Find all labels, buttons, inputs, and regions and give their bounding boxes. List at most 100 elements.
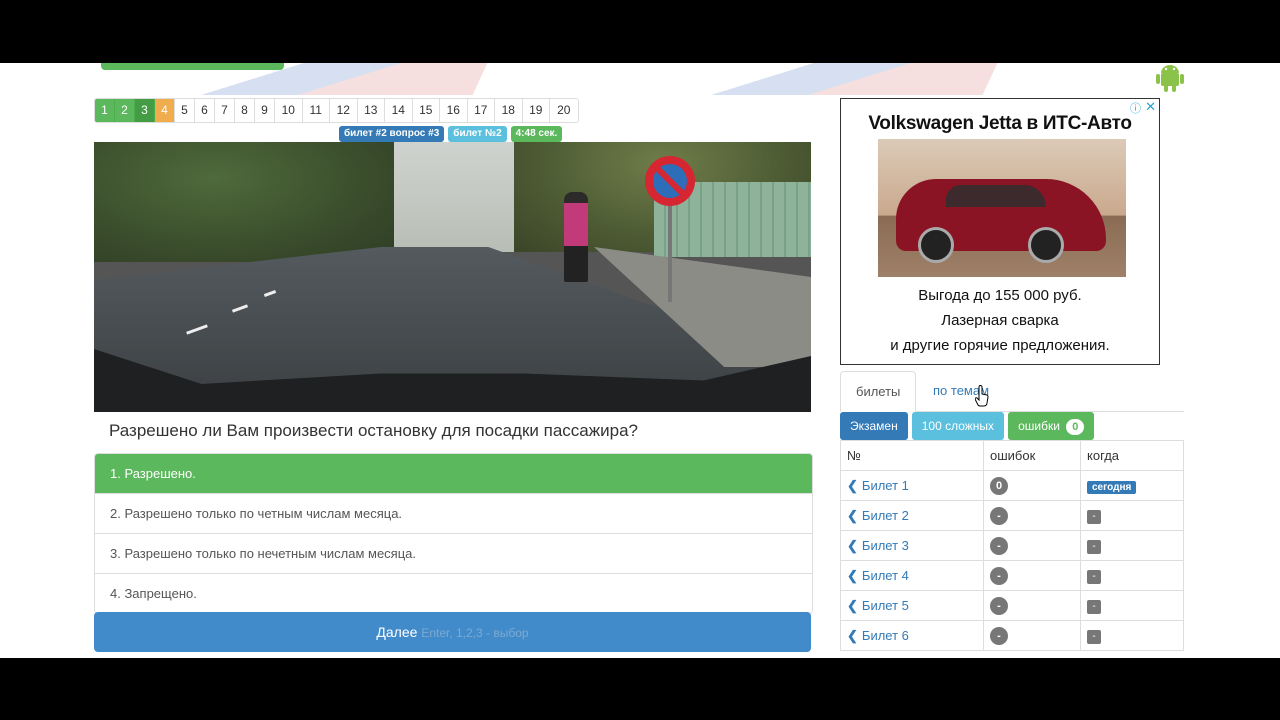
page-number[interactable]: 1 xyxy=(95,99,115,122)
ticket-link[interactable]: ❮ Билет 6 xyxy=(840,620,984,651)
exam-button[interactable]: Экзамен xyxy=(840,412,908,440)
when-cell: - xyxy=(1080,530,1184,561)
ad-line: Лазерная сварка xyxy=(941,312,1059,329)
ticket-link[interactable]: ❮ Билет 2 xyxy=(840,500,984,531)
when-cell: сегодня xyxy=(1080,470,1184,501)
when-badge: - xyxy=(1087,600,1101,614)
page: 1 2 3 4 5 6 7 8 9 10 11 12 13 14 15 16 17 18 19 20 билет #2… xyxy=(0,63,1280,658)
ticket-name: Билет 3 xyxy=(861,537,909,553)
answer-option[interactable]: 1. Разрешено. xyxy=(95,454,812,494)
column-header: ошибок xyxy=(983,440,1081,471)
ticket-name: Билет 5 xyxy=(861,597,909,613)
question-text: Разрешено ли Вам произвести остановку дл… xyxy=(109,421,638,440)
when-badge: - xyxy=(1087,570,1101,584)
table-row[interactable]: ❮ Билет 5-- xyxy=(840,590,1184,621)
errors-badge: - xyxy=(990,626,1008,645)
chevron-left-icon: ❮ xyxy=(847,597,858,613)
table-row[interactable]: ❮ Билет 6-- xyxy=(840,620,1184,651)
hand-cursor-icon xyxy=(975,385,989,407)
answer-option[interactable]: 4. Запрещено. xyxy=(95,574,812,613)
errors-cell: - xyxy=(983,500,1081,531)
page-number[interactable]: 13 xyxy=(357,99,385,122)
errors-cell: - xyxy=(983,590,1081,621)
page-number[interactable]: 11 xyxy=(302,99,330,122)
ticket-link[interactable]: ❮ Билет 3 xyxy=(840,530,984,561)
ad-title: Volkswagen Jetta в ИТС-Авто xyxy=(868,113,1132,134)
table-row[interactable]: ❮ Билет 4-- xyxy=(840,560,1184,591)
next-button-label: Далее xyxy=(376,624,418,640)
errors-cell: 0 xyxy=(983,470,1081,501)
status-labels: билет #2 вопрос #3 билет №2 4:48 сек. xyxy=(339,126,563,142)
ad-line: и другие горячие предложения. xyxy=(890,337,1110,354)
flag-decoration xyxy=(682,63,998,95)
tickets-table: № ошибок когда ❮ Билет 1 0 сегодня ❮ Билет 2-… xyxy=(840,440,1184,651)
when-badge: - xyxy=(1087,510,1101,524)
when-badge: - xyxy=(1087,540,1101,554)
ticket-link[interactable]: ❮ Билет 5 xyxy=(840,590,984,621)
tabs: билеты по темам xyxy=(840,371,1184,412)
chevron-left-icon: ❮ xyxy=(847,567,858,583)
header-banner xyxy=(0,63,1280,95)
advertisement[interactable]: ⓘ ✕ Volkswagen Jetta в ИТС-Авто Выгода д… xyxy=(840,98,1160,365)
page-number[interactable]: 20 xyxy=(550,99,578,122)
page-number[interactable]: 6 xyxy=(195,99,215,122)
page-number[interactable]: 14 xyxy=(385,99,413,122)
errors-badge: - xyxy=(990,506,1008,525)
chevron-left-icon: ❮ xyxy=(847,507,858,523)
mode-buttons: Экзамен 100 сложных ошибки 0 xyxy=(840,412,1095,440)
chevron-left-icon: ❮ xyxy=(847,537,858,553)
errors-badge: - xyxy=(990,536,1008,555)
question-image xyxy=(94,142,811,412)
column-header: № xyxy=(840,440,984,471)
errors-badge: 0 xyxy=(990,476,1008,495)
hard-questions-button[interactable]: 100 сложных xyxy=(911,412,1005,440)
column-header: когда xyxy=(1080,440,1184,471)
page-number[interactable]: 16 xyxy=(440,99,468,122)
ticket-name: Билет 2 xyxy=(861,507,909,523)
table-row[interactable]: ❮ Билет 1 0 сегодня xyxy=(840,470,1184,501)
page-number[interactable]: 2 xyxy=(115,99,135,122)
next-button[interactable]: Далее Enter, 1,2,3 - выбор xyxy=(94,612,811,652)
next-button-hint: Enter, 1,2,3 - выбор xyxy=(421,626,529,640)
page-number[interactable]: 4 xyxy=(155,99,175,122)
tab-tickets[interactable]: билеты xyxy=(840,371,917,412)
errors-cell: - xyxy=(983,560,1081,591)
ticket-link[interactable]: ❮ Билет 1 xyxy=(840,470,984,501)
page-number[interactable]: 15 xyxy=(412,99,440,122)
page-number[interactable]: 8 xyxy=(235,99,255,122)
when-badge: - xyxy=(1087,630,1101,644)
page-number[interactable]: 18 xyxy=(495,99,523,122)
page-number[interactable]: 12 xyxy=(330,99,358,122)
when-cell: - xyxy=(1080,620,1184,651)
chevron-left-icon: ❮ xyxy=(847,477,858,493)
ticket-name: Билет 1 xyxy=(861,477,909,493)
when-badge: сегодня xyxy=(1087,480,1137,494)
tab-topics[interactable]: по темам xyxy=(918,371,1004,411)
ticket-link[interactable]: ❮ Билет 4 xyxy=(840,560,984,591)
page-number[interactable]: 19 xyxy=(522,99,550,122)
errors-button[interactable]: ошибки 0 xyxy=(1008,412,1095,440)
header-button[interactable] xyxy=(101,63,284,70)
page-number[interactable]: 7 xyxy=(215,99,235,122)
page-number[interactable]: 17 xyxy=(467,99,495,122)
answer-option[interactable]: 2. Разрешено только по четным числам мес… xyxy=(95,494,812,534)
table-row[interactable]: ❮ Билет 3-- xyxy=(840,530,1184,561)
answer-option[interactable]: 3. Разрешено только по нечетным числам м… xyxy=(95,534,812,574)
ticket-label: билет №2 xyxy=(448,126,507,142)
errors-button-label: ошибки xyxy=(1018,419,1060,433)
errors-cell: - xyxy=(983,620,1081,651)
question-pagination: 1 2 3 4 5 6 7 8 9 10 11 12 13 14 15 16 17 18 19 20 xyxy=(94,98,579,123)
when-cell: - xyxy=(1080,500,1184,531)
pedestrian xyxy=(564,192,588,282)
errors-cell: - xyxy=(983,530,1081,561)
chevron-left-icon: ❮ xyxy=(847,627,858,643)
table-row[interactable]: ❮ Билет 2-- xyxy=(840,500,1184,531)
timer-label: 4:48 сек. xyxy=(510,126,563,142)
page-number[interactable]: 5 xyxy=(175,99,195,122)
page-number[interactable]: 3 xyxy=(135,99,155,122)
ad-car-image xyxy=(878,139,1126,277)
page-number[interactable]: 10 xyxy=(275,99,303,122)
when-cell: - xyxy=(1080,560,1184,591)
android-icon[interactable] xyxy=(1156,63,1184,93)
page-number[interactable]: 9 xyxy=(255,99,275,122)
